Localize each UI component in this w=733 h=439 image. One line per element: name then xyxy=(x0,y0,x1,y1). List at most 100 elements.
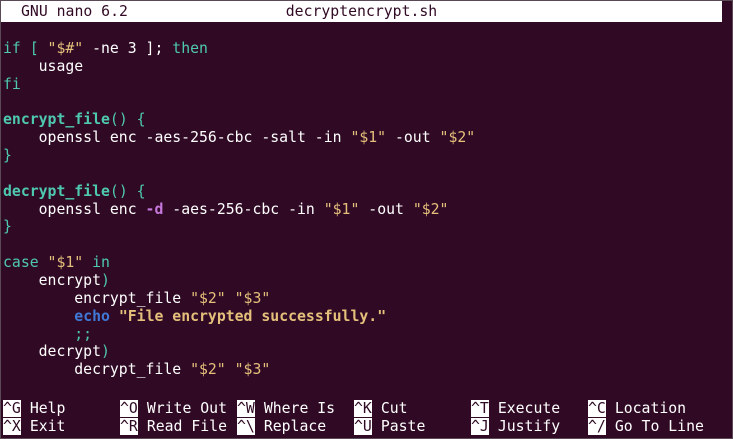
code-line[interactable]: openssl enc -aes-256-cbc -salt -in "$1" … xyxy=(3,129,723,147)
code-token: ;; xyxy=(3,325,93,343)
shortcut-key: ^O xyxy=(120,400,138,417)
code-token: -out xyxy=(359,200,413,218)
shortcut-key: ^K xyxy=(354,400,372,417)
shortcut-key: ^\ xyxy=(237,418,255,435)
code-token: () { xyxy=(109,111,146,129)
code-line[interactable]: decrypt_file "$2" "$3" xyxy=(3,361,723,379)
shortcut-label: Paste xyxy=(380,418,426,435)
code-token: -out xyxy=(386,129,440,147)
code-token: "$#" xyxy=(47,40,84,57)
shortcut-key: ^G xyxy=(3,400,21,417)
code-line[interactable]: usage xyxy=(3,58,723,76)
shortcut-label: Help xyxy=(29,400,66,417)
shortcut-key: ^C xyxy=(588,400,606,417)
code-line[interactable] xyxy=(3,165,723,183)
code-token: "$3" xyxy=(234,289,271,307)
shortcut-where-is[interactable]: ^W Where Is xyxy=(237,400,335,418)
shortcut-label: Read File xyxy=(146,418,228,435)
code-line[interactable]: decrypt) xyxy=(3,343,723,361)
code-token: ) xyxy=(101,343,110,361)
shortcut-location[interactable]: ^C Location xyxy=(588,400,686,418)
code-token: echo xyxy=(74,307,110,325)
shortcut-execute[interactable]: ^T Execute xyxy=(471,400,560,418)
code-token: "$3" xyxy=(234,361,271,379)
code-token: } xyxy=(3,147,12,165)
code-line[interactable]: encrypt) xyxy=(3,272,723,290)
shortcut-go-to-line[interactable]: ^/ Go To Line xyxy=(588,418,704,436)
code-line[interactable]: if [ "$#" -ne 3 ]; then xyxy=(3,40,723,58)
code-token: if [ xyxy=(3,40,48,57)
code-token: () { xyxy=(109,182,146,200)
code-line[interactable]: encrypt_file() { xyxy=(3,111,723,129)
code-token: openssl enc -aes-256-cbc -salt -in xyxy=(3,129,351,147)
code-token: "$1" xyxy=(323,200,360,218)
shortcut-key: ^T xyxy=(471,400,489,417)
shortcut-paste[interactable]: ^U Paste xyxy=(354,418,425,436)
shortcut-cut[interactable]: ^K Cut xyxy=(354,400,408,418)
code-token: "$2" xyxy=(439,129,476,147)
code-token: then xyxy=(172,40,208,57)
shortcut-justify[interactable]: ^J Justify xyxy=(471,418,560,436)
shortcut-write-out[interactable]: ^O Write Out xyxy=(120,400,227,418)
code-line[interactable]: } xyxy=(3,147,723,165)
code-token: "$2" xyxy=(190,289,226,307)
file-name: decryptencrypt.sh xyxy=(285,3,438,20)
shortcut-label: Exit xyxy=(29,418,66,435)
code-token: "$2" xyxy=(190,361,226,379)
shortcut-key: ^U xyxy=(354,418,372,435)
shortcut-label: Write Out xyxy=(146,400,228,417)
code-line[interactable]: } xyxy=(3,218,723,236)
code-token: usage xyxy=(3,57,84,75)
code-token: decrypt_file xyxy=(3,182,110,200)
code-token: encrypt xyxy=(3,271,101,289)
shortcut-key: ^X xyxy=(3,418,21,435)
shortcut-key: ^W xyxy=(237,400,255,417)
editor-area[interactable]: if [ "$#" -ne 3 ]; then usage fi encrypt… xyxy=(3,40,723,379)
shortcut-read-file[interactable]: ^R Read File xyxy=(120,418,227,436)
code-token: "File encrypted successfully." xyxy=(118,307,387,325)
code-line[interactable]: encrypt_file "$2" "$3" xyxy=(3,290,723,308)
code-line[interactable]: ;; xyxy=(3,326,723,344)
code-token: "$2" xyxy=(412,200,449,218)
code-token: in xyxy=(83,254,110,272)
shortcut-label: Replace xyxy=(263,418,327,435)
shortcut-label: Location xyxy=(614,400,687,417)
shortcut-row: ^X Exit ^R Read File ^\ Replace ^U Paste ^J J… xyxy=(3,418,723,436)
code-token: -d xyxy=(145,200,164,218)
code-line[interactable]: echo "File encrypted successfully." xyxy=(3,308,723,326)
code-line[interactable]: fi xyxy=(3,76,723,94)
shortcut-row: ^G Help ^O Write Out ^W Where Is ^K Cut ^T Ex… xyxy=(3,400,723,418)
shortcut-label: Go To Line xyxy=(614,418,704,435)
code-token: fi xyxy=(3,75,21,93)
code-line[interactable]: openssl enc -d -aes-256-cbc -in "$1" -ou… xyxy=(3,201,723,219)
code-line[interactable]: decrypt_file() { xyxy=(3,183,723,201)
nano-title-bar: GNU nano 6.2 decryptencrypt.sh xyxy=(1,1,722,22)
code-token: -ne 3 ]; xyxy=(83,40,173,57)
code-token: decrypt xyxy=(3,343,101,361)
code-line[interactable] xyxy=(3,94,723,112)
shortcut-replace[interactable]: ^\ Replace xyxy=(237,418,326,436)
shortcut-exit[interactable]: ^X Exit xyxy=(3,418,65,436)
code-line[interactable] xyxy=(3,236,723,254)
shortcut-help[interactable]: ^G Help xyxy=(3,400,65,418)
shortcut-label: Justify xyxy=(497,418,561,435)
code-token: case xyxy=(3,254,48,272)
shortcut-label: Where Is xyxy=(263,400,336,417)
shortcut-key: ^J xyxy=(471,418,489,435)
shortcut-label: Cut xyxy=(380,400,408,417)
code-token: "$1" xyxy=(47,254,84,272)
code-token: encrypt_file xyxy=(3,289,191,307)
code-line[interactable]: case "$1" in xyxy=(3,254,723,272)
shortcut-bar: ^G Help ^O Write Out ^W Where Is ^K Cut ^T Ex… xyxy=(3,400,723,436)
code-token: encrypt_file xyxy=(3,111,110,129)
code-token: openssl enc xyxy=(3,200,146,218)
terminal-window: GNU nano 6.2 decryptencrypt.sh if [ "$#"… xyxy=(0,0,733,439)
code-token: -aes-256-cbc -in xyxy=(163,200,324,218)
code-token: ) xyxy=(101,271,110,289)
shortcut-key: ^/ xyxy=(588,418,606,435)
shortcut-key: ^R xyxy=(120,418,138,435)
